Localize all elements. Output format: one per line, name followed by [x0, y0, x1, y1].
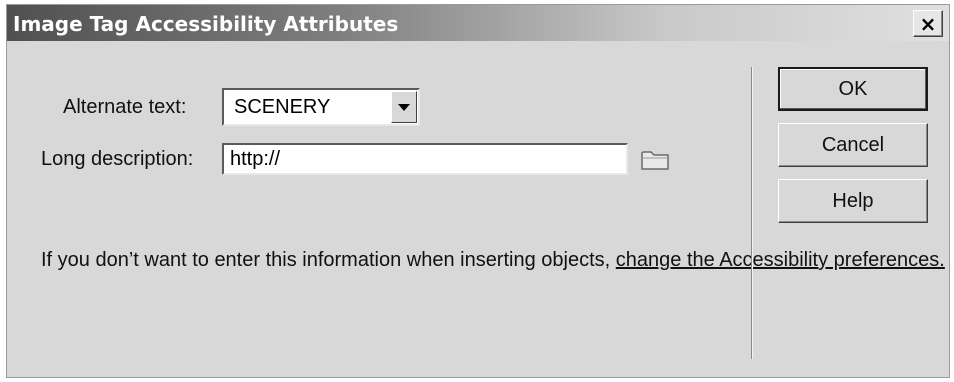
info-text: If you don’t want to enter this informat… [41, 249, 611, 271]
accessibility-preferences-link[interactable]: change the Accessibility preferences. [616, 249, 945, 271]
dropdown-arrow-button[interactable] [391, 91, 417, 123]
vertical-divider [751, 67, 753, 359]
help-button[interactable]: Help [778, 179, 928, 223]
long-description-input[interactable] [222, 143, 628, 175]
alternate-text-value: SCENERY [234, 96, 331, 118]
accessibility-dialog: Image Tag Accessibility Attributes × Alt… [6, 4, 950, 378]
info-message: If you don’t want to enter this informat… [41, 247, 945, 273]
alternate-text-select[interactable]: SCENERY [222, 88, 420, 126]
cancel-button[interactable]: Cancel [778, 123, 928, 167]
folder-icon[interactable] [639, 147, 673, 173]
close-button[interactable]: × [913, 10, 943, 37]
title-bar[interactable]: Image Tag Accessibility Attributes × [7, 5, 949, 41]
ok-button[interactable]: OK [778, 67, 928, 111]
chevron-down-icon [398, 103, 410, 111]
close-icon: × [919, 11, 937, 36]
alternate-text-label: Alternate text: [63, 96, 187, 118]
long-description-label: Long description: [41, 148, 194, 170]
dialog-title: Image Tag Accessibility Attributes [13, 12, 399, 36]
